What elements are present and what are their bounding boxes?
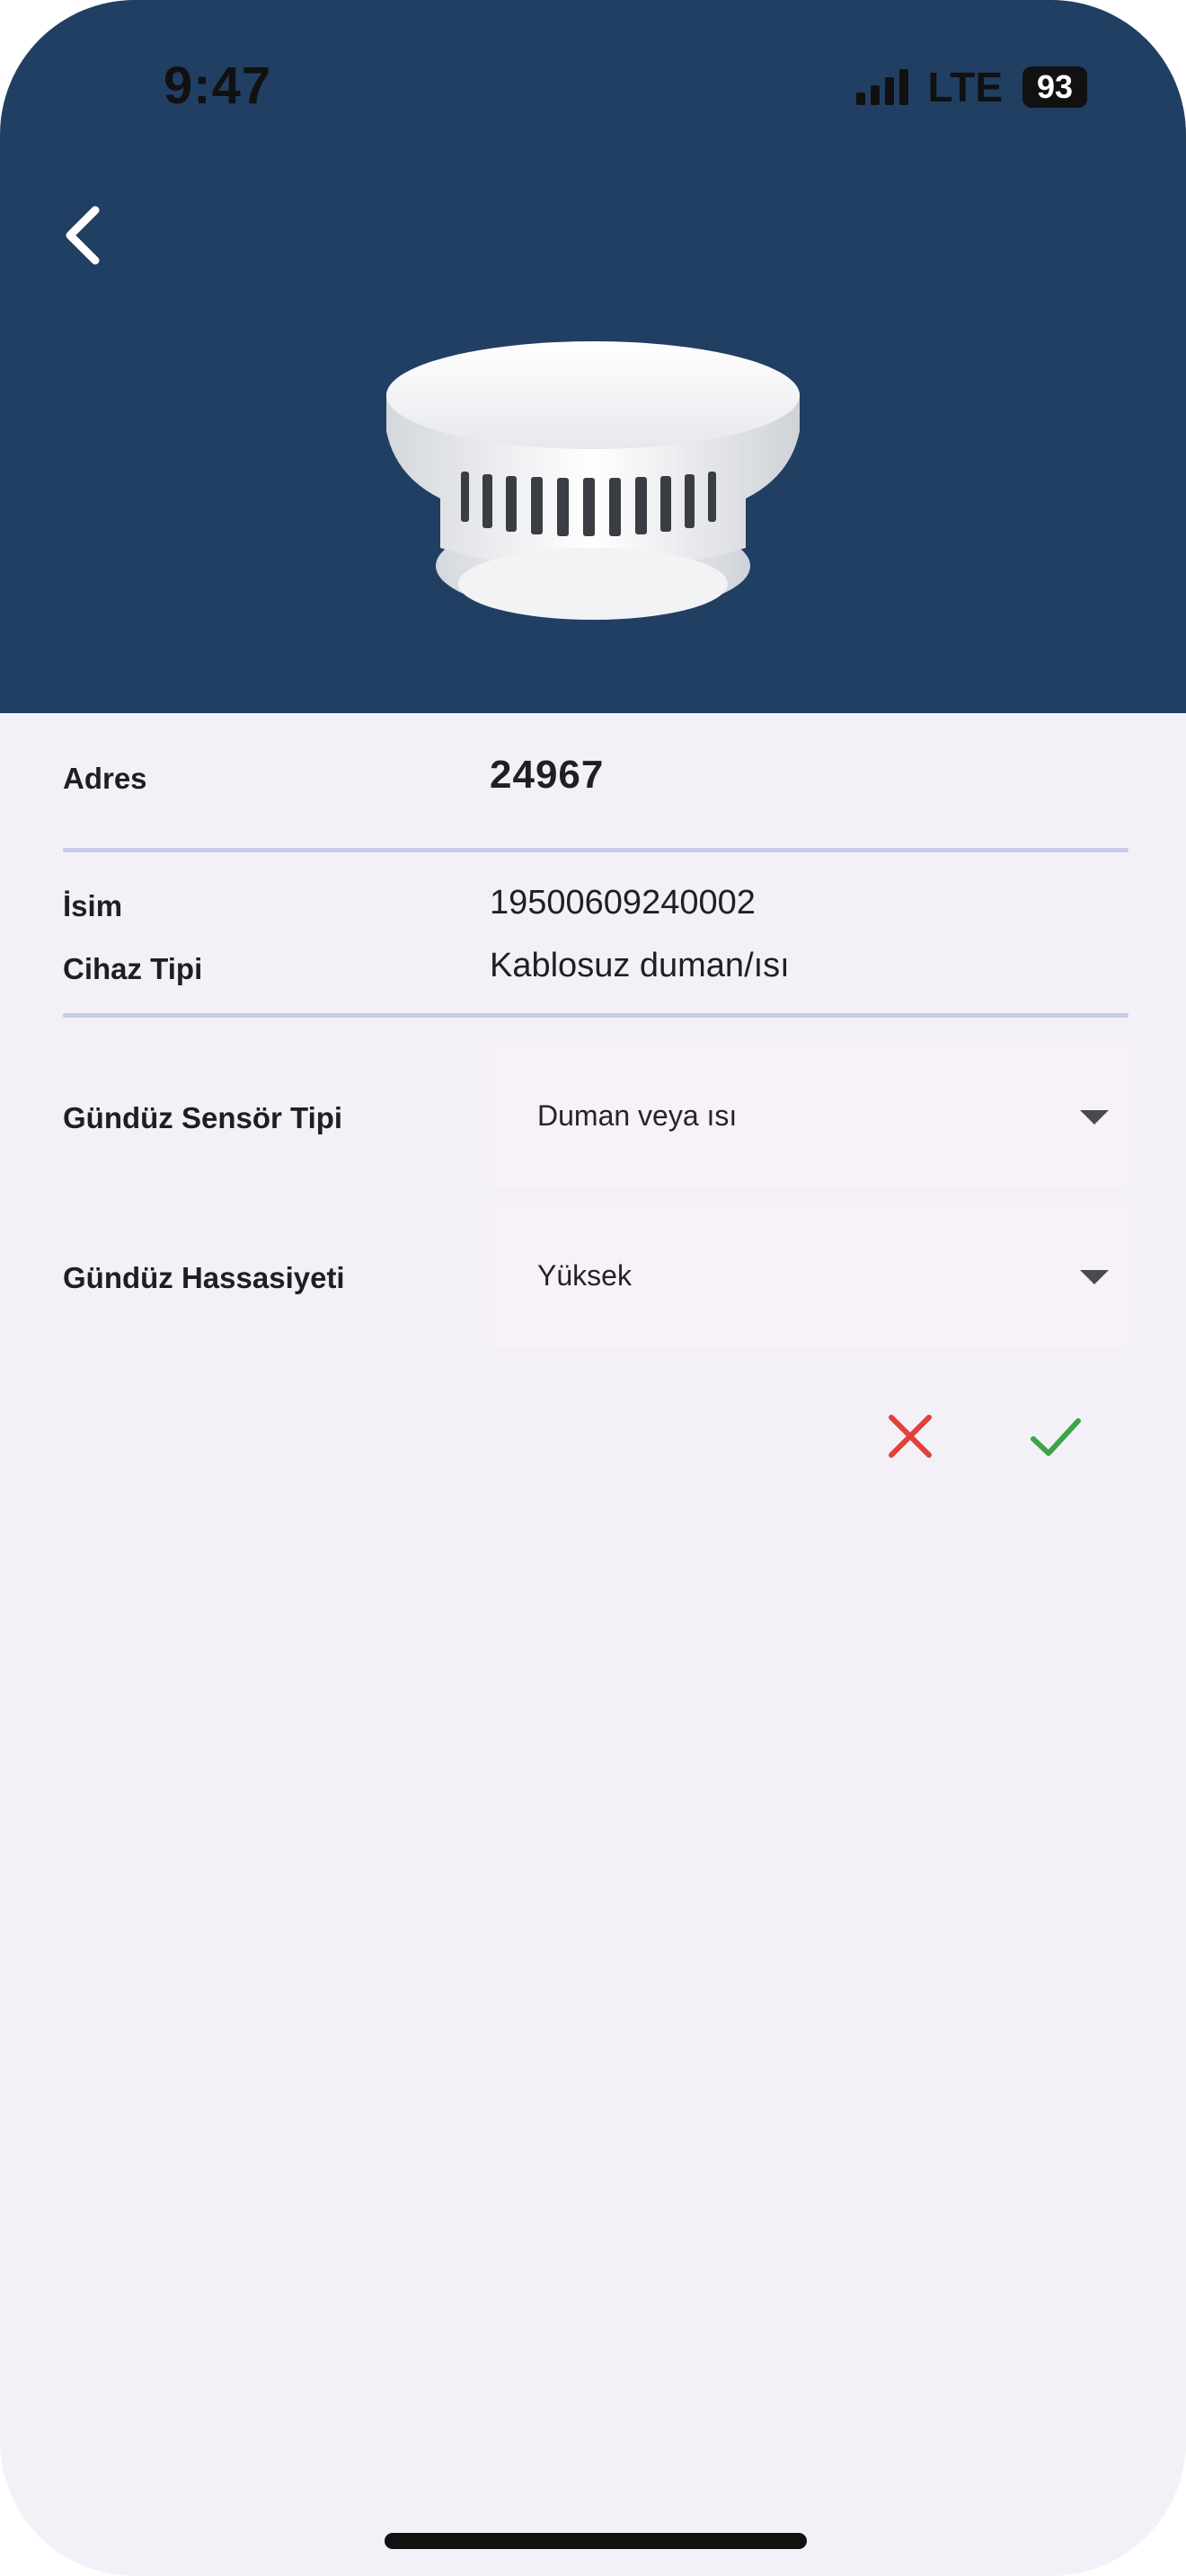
home-indicator[interactable] <box>385 2533 807 2549</box>
battery-icon: 93 <box>1022 66 1087 108</box>
cancel-button[interactable] <box>879 1405 942 1468</box>
app-screen: 9:47 LTE 93 Adres 24967 İsim 19500609240… <box>0 0 1186 2576</box>
day-sensor-type-label: Gündüz Sensör Tipi <box>63 1101 343 1134</box>
divider <box>63 848 1128 852</box>
device-details: Adres 24967 İsim 19500609240002 Cihaz Ti… <box>0 713 1186 2576</box>
name-value: 19500609240002 <box>490 884 756 922</box>
device-type-label: Cihaz Tipi <box>63 952 203 985</box>
signal-icon <box>855 69 908 105</box>
day-sensitivity-select[interactable]: Yüksek <box>490 1205 1128 1347</box>
check-icon <box>1031 1418 1081 1456</box>
chevron-left-icon <box>66 206 100 265</box>
network-type: LTE <box>927 64 1003 110</box>
day-sensitivity-selected: Yüksek <box>537 1259 632 1292</box>
divider <box>63 1013 1128 1018</box>
day-sensor-type-select[interactable]: Duman veya ısı <box>490 1045 1128 1187</box>
status-indicators: LTE 93 <box>855 64 1087 110</box>
confirm-button[interactable] <box>1024 1405 1087 1468</box>
dropdown-arrow-icon <box>1080 1270 1109 1284</box>
smoke-detector-image <box>386 341 800 620</box>
header: 9:47 LTE 93 <box>0 0 1186 713</box>
back-button[interactable] <box>56 199 113 271</box>
address-value: 24967 <box>490 753 605 797</box>
day-sensitivity-label: Gündüz Hassasiyeti <box>63 1261 345 1294</box>
name-label: İsim <box>63 889 123 922</box>
day-sensor-type-selected: Duman veya ısı <box>537 1099 738 1132</box>
status-time: 9:47 <box>164 57 272 115</box>
close-icon <box>889 1415 932 1458</box>
address-label: Adres <box>63 762 147 795</box>
dropdown-arrow-icon <box>1080 1110 1109 1125</box>
device-type-value: Kablosuz duman/ısı <box>490 947 790 984</box>
